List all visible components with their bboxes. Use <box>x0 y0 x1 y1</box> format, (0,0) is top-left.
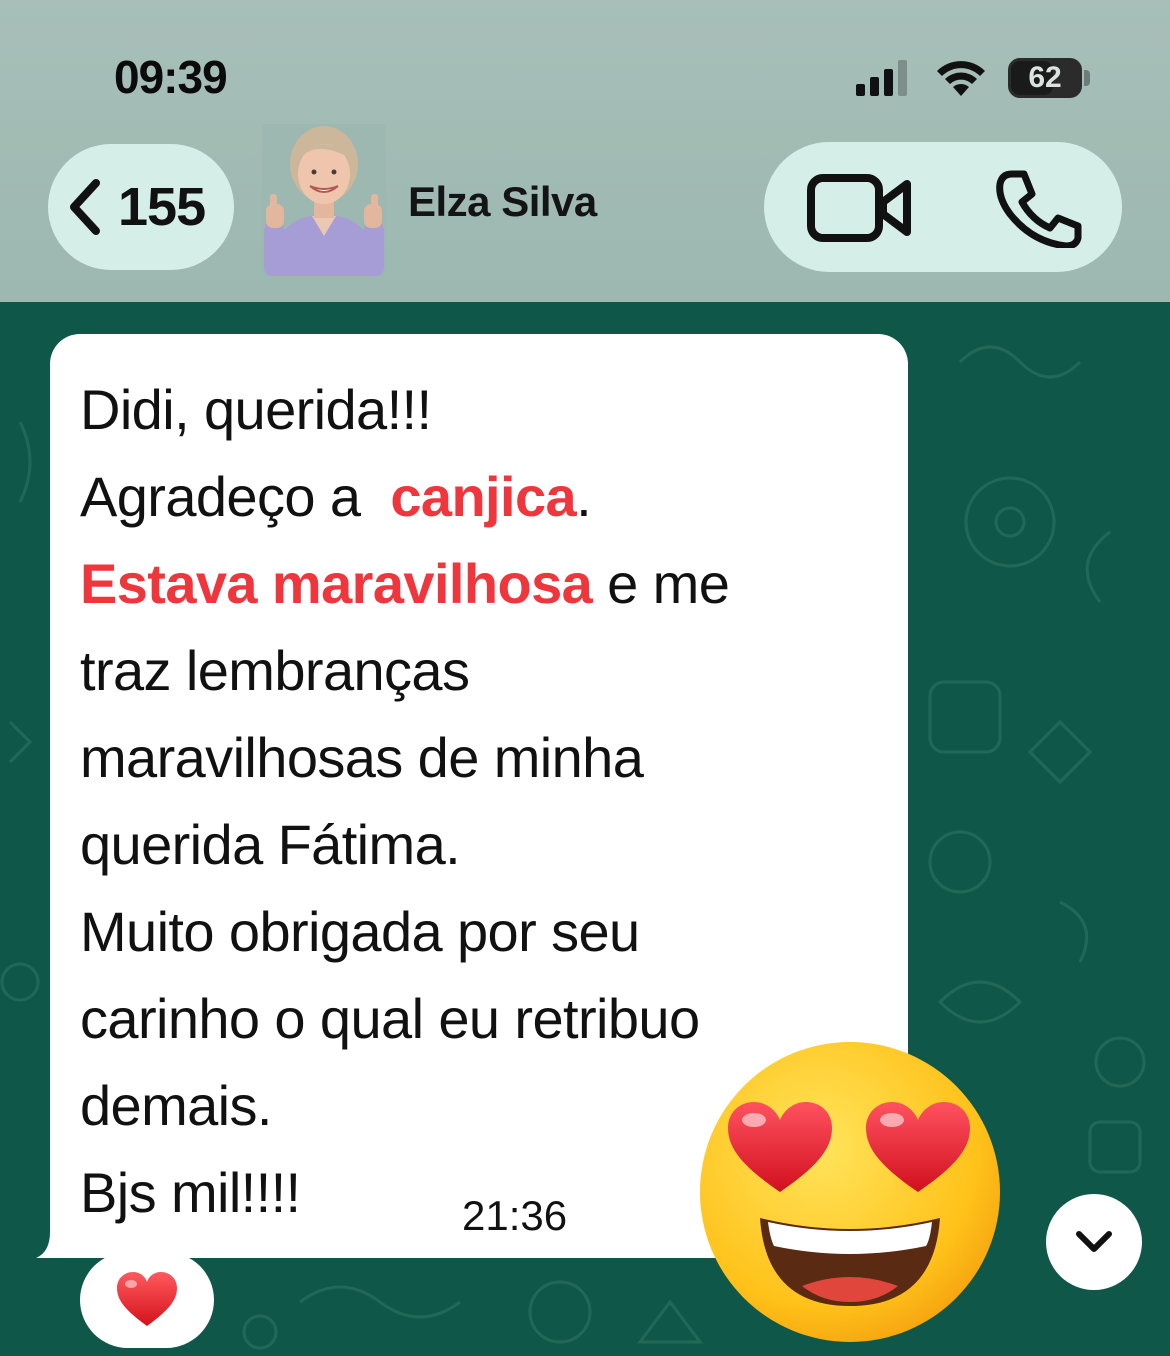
avatar-photo <box>264 126 384 276</box>
message-fragment: . <box>576 465 592 528</box>
contact-name[interactable]: Elza Silva <box>408 178 597 226</box>
message-timestamp: 21:36 <box>462 1192 568 1239</box>
phone-call-icon[interactable] <box>992 168 1084 248</box>
battery-level: 62 <box>1028 61 1062 94</box>
heart-eyes-emoji <box>700 1042 1000 1342</box>
highlight-canjica: canjica <box>390 465 577 528</box>
heart-icon <box>117 1272 177 1326</box>
battery-tip <box>1084 70 1090 86</box>
message-line: maravilhosas de minha <box>80 726 644 789</box>
call-actions <box>764 142 1122 272</box>
message-fragment: Agradeço a <box>80 465 376 528</box>
message-line: traz lembranças <box>80 639 470 702</box>
contact-avatar[interactable] <box>262 124 386 276</box>
message-line: querida Fátima. <box>80 813 461 876</box>
status-time: 09:39 <box>114 51 228 103</box>
wifi-icon <box>937 61 985 96</box>
chat-header: 09:39 62 155 Elza Silva <box>0 0 1170 302</box>
video-call-icon[interactable] <box>806 170 914 246</box>
back-chevron-icon <box>70 179 100 235</box>
unread-count: 155 <box>118 177 206 237</box>
chevron-down-icon <box>1076 1231 1112 1252</box>
message-line: Didi, querida!!! <box>80 378 432 441</box>
scroll-to-bottom-button[interactable] <box>1046 1194 1142 1290</box>
message-line: Agradeço a canjica. <box>80 453 880 540</box>
reaction-badge[interactable] <box>80 1252 214 1348</box>
cellular-signal-icon <box>856 60 907 96</box>
chat-area[interactable]: Didi, querida!!! Agradeço a canjica. Est… <box>0 302 1170 1356</box>
highlight-estava-maravilhosa: Estava maravilhosa <box>80 552 593 615</box>
message-line: Estava maravilhosa e me <box>80 540 880 627</box>
battery-icon: 62 <box>1008 58 1082 98</box>
message-fragment: e me <box>592 552 730 615</box>
message-line: Muito obrigada por seu <box>80 900 640 963</box>
back-button[interactable]: 155 <box>48 144 234 270</box>
bubble-tail <box>36 1232 66 1258</box>
